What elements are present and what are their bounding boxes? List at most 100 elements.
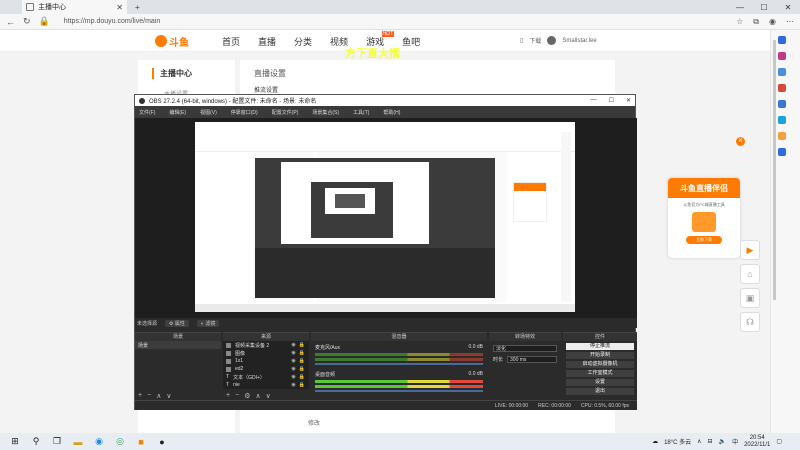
gear-icon[interactable]: ⚙ <box>244 392 250 400</box>
tools-icon[interactable] <box>778 68 786 76</box>
volume-icon[interactable]: 🔈 <box>719 438 726 445</box>
tray-expand-icon[interactable]: ∧ <box>697 438 701 445</box>
weather-text[interactable]: 18°C 多云 <box>664 437 691 446</box>
douyu-logo[interactable]: 斗鱼 <box>155 33 195 49</box>
duration-input[interactable]: 300 ms <box>507 356 557 363</box>
collections-icon[interactable]: ⧉ <box>753 17 759 27</box>
lock-icon[interactable]: 🔒 <box>299 342 305 348</box>
ad-close-icon[interactable]: ✕ <box>736 137 745 146</box>
menu-view[interactable]: 视图(V) <box>200 109 217 116</box>
more-icon[interactable]: ⋯ <box>786 17 794 27</box>
clock[interactable]: 20:54 2022/11/1 <box>744 435 770 449</box>
down-icon[interactable]: ∨ <box>166 392 171 400</box>
username[interactable]: Smallstar.lee <box>562 38 596 44</box>
lock-icon[interactable]: 🔒 <box>299 382 305 388</box>
menu-help[interactable]: 帮助(H) <box>383 109 400 116</box>
office-icon[interactable] <box>778 84 786 92</box>
add-icon[interactable]: + <box>226 392 230 399</box>
home-icon[interactable]: ⌂ <box>740 264 760 284</box>
refresh-icon[interactable]: ↻ <box>23 16 31 27</box>
menu-tools[interactable]: 工具(T) <box>353 109 369 116</box>
task-view-icon[interactable]: ❐ <box>51 436 63 448</box>
add-icon[interactable]: + <box>138 392 142 399</box>
favorite-icon[interactable]: ☆ <box>736 17 743 27</box>
up-icon[interactable]: ∧ <box>156 392 161 400</box>
lock-icon[interactable]: 🔒 <box>299 350 305 356</box>
ad-download-button[interactable]: 立即下载 <box>686 236 722 244</box>
lock-icon[interactable]: 🔒 <box>299 358 305 364</box>
games-icon[interactable] <box>778 116 786 124</box>
start-recording-button[interactable]: 开始录制 <box>566 352 634 359</box>
source-item[interactable]: T 文本（GDI+） ◉ 🔒 <box>223 373 309 381</box>
url-field[interactable]: https://mp.douyu.com/live/main <box>64 18 728 25</box>
windows-start-icon[interactable]: ⊞ <box>9 436 21 448</box>
menu-docks[interactable]: 停靠窗口(D) <box>231 109 258 116</box>
filters-button[interactable]: ◐ 滤镜 <box>196 319 220 327</box>
studio-mode-button[interactable]: 工作室模式 <box>566 370 634 377</box>
drop-icon[interactable] <box>778 132 786 140</box>
eye-icon[interactable]: ◉ <box>291 342 295 348</box>
down-icon[interactable]: ∨ <box>266 392 271 400</box>
virtual-camera-button[interactable]: 启动虚拟摄像机 <box>566 361 634 368</box>
download-ad[interactable]: 斗鱼直播伴侣 斗鱼官方PC端直播工具 立即下载 <box>668 178 740 258</box>
obs-preview[interactable] <box>135 118 637 318</box>
eye-icon[interactable]: ◉ <box>291 382 295 388</box>
obs-minimize-button[interactable]: — <box>591 97 597 104</box>
lock-icon[interactable]: 🔒 <box>39 16 50 27</box>
source-item[interactable]: 图像 ◉ 🔒 <box>223 349 309 357</box>
lock-icon[interactable]: 🔒 <box>299 366 305 372</box>
nav-live[interactable]: 直播 <box>258 35 276 48</box>
source-item[interactable]: Tnie ◉ 🔒 <box>223 381 309 389</box>
exit-button[interactable]: 退出 <box>566 388 634 395</box>
edit-button[interactable]: 修改 <box>308 418 320 427</box>
chrome-icon[interactable]: ◎ <box>114 436 126 448</box>
stop-streaming-button[interactable]: 停止推流 <box>566 343 634 350</box>
outlook-icon[interactable] <box>778 100 786 108</box>
file-explorer-icon[interactable]: ▬ <box>72 436 84 448</box>
source-item[interactable]: ed2 ◉ 🔒 <box>223 365 309 373</box>
new-tab-icon[interactable]: + <box>135 3 140 12</box>
settings-button[interactable]: 设置 <box>566 379 634 386</box>
search-icon[interactable] <box>778 36 786 44</box>
eye-icon[interactable]: ◉ <box>291 358 295 364</box>
play-icon[interactable]: ▶ <box>740 240 760 260</box>
volume-slider[interactable] <box>315 363 483 365</box>
nav-yuba[interactable]: 鱼吧 <box>402 35 420 48</box>
lock-icon[interactable]: 🔒 <box>299 374 305 380</box>
download-link[interactable]: 下载 <box>529 36 541 45</box>
obs-icon[interactable]: ● <box>156 436 168 448</box>
minimize-button[interactable]: — <box>728 0 752 14</box>
menu-scene-collection[interactable]: 场景集合(S) <box>312 109 339 116</box>
menu-file[interactable]: 文件(F) <box>139 109 155 116</box>
up-icon[interactable]: ∧ <box>255 392 260 400</box>
add-icon[interactable] <box>778 148 786 156</box>
nav-category[interactable]: 分类 <box>294 35 312 48</box>
app-icon[interactable]: ▣ <box>740 288 760 308</box>
remove-icon[interactable]: − <box>147 392 151 399</box>
obs-maximize-button[interactable]: ☐ <box>609 97 614 104</box>
source-item[interactable]: 视频采集设备 2 ◉ 🔒 <box>223 341 309 349</box>
properties-button[interactable]: ⚙ 属性 <box>165 319 189 327</box>
avatar[interactable] <box>547 36 557 45</box>
back-icon[interactable]: ← <box>6 17 15 27</box>
transition-select[interactable]: 淡化 <box>493 345 557 352</box>
scrollbar[interactable] <box>773 40 776 300</box>
obs-close-button[interactable]: ✕ <box>626 97 631 104</box>
douyu-icon[interactable]: ■ <box>135 436 147 448</box>
maximize-button[interactable]: ☐ <box>752 0 776 14</box>
menu-edit[interactable]: 编辑(E) <box>169 109 186 116</box>
nav-home[interactable]: 首页 <box>222 35 240 48</box>
search-icon[interactable]: ⚲ <box>30 436 42 448</box>
notification-icon[interactable]: ▢ <box>776 438 782 445</box>
close-window-button[interactable]: ✕ <box>776 0 800 14</box>
scene-item[interactable]: 场景 <box>135 341 221 349</box>
shopping-icon[interactable] <box>778 52 786 60</box>
eye-icon[interactable]: ◉ <box>291 350 295 356</box>
profile-icon[interactable]: ◉ <box>769 17 776 27</box>
network-icon[interactable]: ⊟ <box>708 438 713 445</box>
eye-icon[interactable]: ◉ <box>291 374 295 380</box>
source-item[interactable]: 1x1 ◉ 🔒 <box>223 357 309 365</box>
ime-icon[interactable]: 中 <box>732 437 738 446</box>
edge-icon[interactable]: ◉ <box>93 436 105 448</box>
menu-profile[interactable]: 配置文件(P) <box>272 109 299 116</box>
